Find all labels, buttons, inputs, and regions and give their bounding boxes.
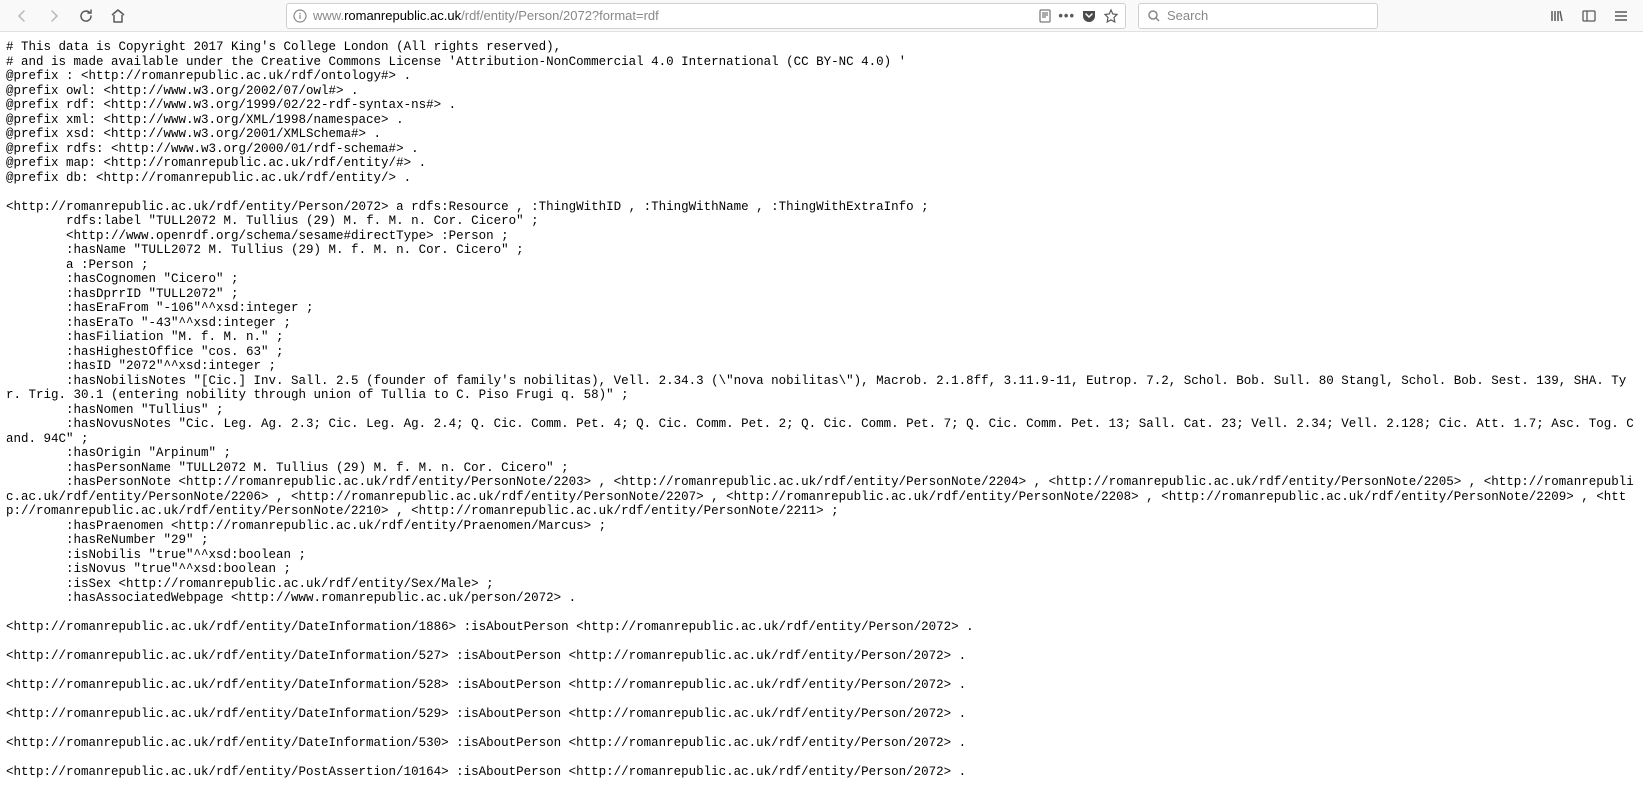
forward-button[interactable] (40, 2, 68, 30)
library-button[interactable] (1543, 2, 1571, 30)
hamburger-icon (1613, 8, 1629, 24)
bookmark-star-icon[interactable] (1103, 8, 1119, 24)
arrow-right-icon (46, 8, 62, 24)
site-info-icon[interactable] (293, 9, 307, 23)
search-placeholder: Search (1167, 8, 1208, 23)
url-bar[interactable]: www.romanrepublic.ac.uk/rdf/entity/Perso… (286, 3, 1126, 29)
sidebar-button[interactable] (1575, 2, 1603, 30)
library-icon (1549, 8, 1565, 24)
reader-mode-icon[interactable] (1038, 9, 1052, 23)
sidebar-icon (1581, 8, 1597, 24)
home-button[interactable] (104, 2, 132, 30)
rdf-content: # This data is Copyright 2017 King's Col… (0, 32, 1643, 808)
back-button[interactable] (8, 2, 36, 30)
search-box[interactable]: Search (1138, 3, 1378, 29)
home-icon (110, 8, 126, 24)
arrow-left-icon (14, 8, 30, 24)
search-icon (1147, 9, 1161, 23)
pocket-icon[interactable] (1081, 8, 1097, 24)
page-actions-icon[interactable]: ••• (1058, 8, 1075, 23)
menu-button[interactable] (1607, 2, 1635, 30)
reload-button[interactable] (72, 2, 100, 30)
reload-icon (78, 8, 94, 24)
url-text: www.romanrepublic.ac.uk/rdf/entity/Perso… (313, 8, 1032, 23)
browser-toolbar: www.romanrepublic.ac.uk/rdf/entity/Perso… (0, 0, 1643, 32)
